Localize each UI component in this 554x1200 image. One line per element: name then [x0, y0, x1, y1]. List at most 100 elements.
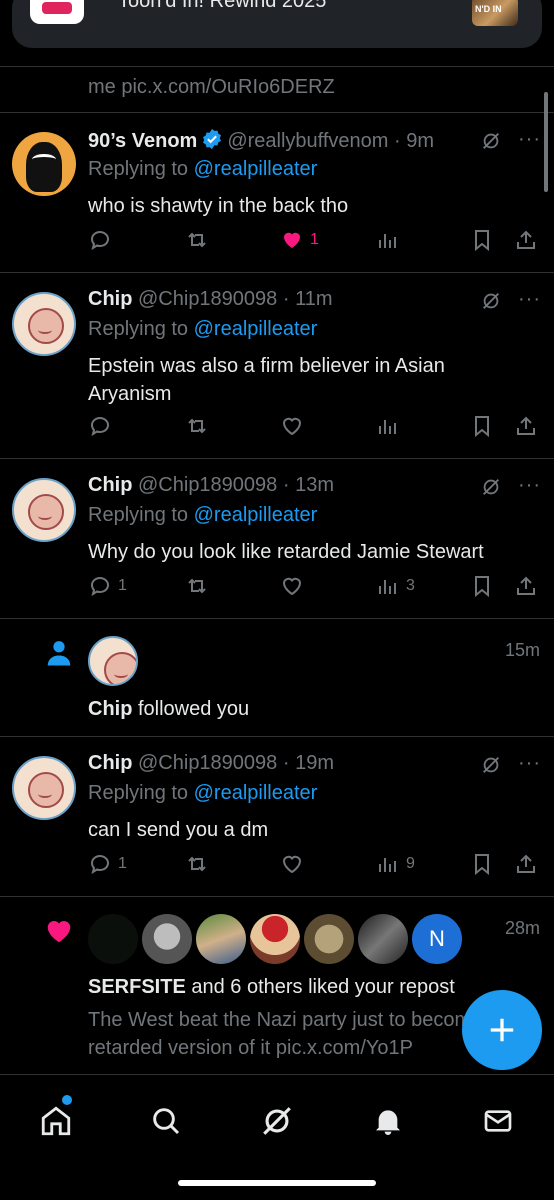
replying-to: Replying to @realpilleater [88, 158, 317, 181]
nav-messages[interactable] [476, 1099, 520, 1143]
author-name[interactable]: Chip [88, 288, 132, 310]
grok-icon [263, 1107, 291, 1135]
notification-message: and 6 others liked your repost [185, 976, 455, 998]
avatar[interactable] [12, 132, 76, 196]
plus-icon [490, 1018, 514, 1042]
more-options-icon[interactable]: ··· [518, 288, 541, 311]
share-button[interactable] [514, 574, 538, 598]
scrollbar[interactable] [544, 92, 548, 192]
like-icon [282, 417, 302, 436]
repost-button[interactable] [185, 574, 215, 598]
banner-app-icon [30, 0, 84, 24]
bookmark-icon [475, 416, 489, 438]
share-icon [517, 230, 535, 249]
more-options-icon[interactable]: ··· [518, 474, 541, 497]
nav-notifications[interactable] [366, 1099, 410, 1143]
tweet-text: who is shawty in the back tho [88, 195, 349, 217]
heart-icon [47, 921, 71, 943]
divider [0, 736, 554, 737]
repost-button[interactable] [185, 414, 215, 438]
repost-icon [188, 232, 206, 248]
views-button[interactable] [376, 414, 406, 438]
author-handle[interactable]: @reallybuffvenom [227, 130, 388, 152]
author-name[interactable]: Chip [88, 752, 132, 774]
replying-to: Replying to @realpilleater [88, 318, 317, 341]
liker-avatar[interactable] [358, 914, 408, 964]
avatar[interactable] [12, 292, 76, 356]
share-button[interactable] [514, 228, 538, 252]
unread-dot [62, 1095, 72, 1105]
repost-icon [188, 856, 206, 872]
replying-to: Replying to @realpilleater [88, 504, 317, 527]
liker-avatar[interactable] [250, 914, 300, 964]
views-button[interactable]: 3 [376, 574, 415, 598]
bookmark-button[interactable] [470, 574, 494, 598]
notification-message: followed you [132, 698, 250, 720]
replying-to: Replying to @realpilleater [88, 782, 317, 805]
reply-count: 1 [118, 855, 127, 872]
grok-icon[interactable] [480, 130, 502, 152]
author-handle[interactable]: @Chip1890098 [138, 288, 277, 310]
reply-button[interactable]: 1 [88, 574, 127, 598]
liker-avatar[interactable]: N [412, 914, 462, 964]
like-button[interactable] [280, 574, 310, 598]
reply-count: 1 [118, 577, 127, 594]
liker-name[interactable]: SERFSITE [88, 976, 186, 998]
views-button[interactable]: 9 [376, 852, 415, 876]
bookmark-button[interactable] [470, 414, 494, 438]
like-button[interactable]: 1 [280, 228, 319, 252]
liker-avatar[interactable] [304, 914, 354, 964]
tweet-time: 19m [295, 752, 334, 774]
bookmark-button[interactable] [470, 228, 494, 252]
liker-avatar[interactable] [142, 914, 192, 964]
nav-search[interactable] [144, 1099, 188, 1143]
nav-grok[interactable] [255, 1099, 299, 1143]
repost-icon [188, 418, 206, 434]
previous-tweet-tail: me pic.x.com/OuRIo6DERZ [88, 76, 335, 98]
compose-button[interactable] [462, 990, 542, 1070]
share-button[interactable] [514, 414, 538, 438]
share-button[interactable] [514, 852, 538, 876]
author-handle[interactable]: @Chip1890098 [138, 752, 277, 774]
repost-button[interactable] [185, 228, 215, 252]
author-name[interactable]: 90’s Venom [88, 130, 197, 152]
views-button[interactable] [376, 228, 406, 252]
more-options-icon[interactable]: ··· [518, 128, 541, 151]
tweet-text: Why do you look like retarded Jamie Stew… [88, 541, 484, 563]
avatar[interactable] [12, 756, 76, 820]
views-icon [379, 580, 396, 594]
liker-avatar[interactable] [88, 914, 138, 964]
follower-avatar[interactable] [88, 636, 138, 686]
reply-mention[interactable]: @realpilleater [194, 318, 318, 340]
like-button[interactable] [280, 414, 310, 438]
notification-text: Chip followed you [88, 698, 249, 721]
like-button[interactable] [280, 852, 310, 876]
bookmark-button[interactable] [470, 852, 494, 876]
reply-mention[interactable]: @realpilleater [194, 504, 318, 526]
view-count: 9 [406, 855, 415, 872]
replying-to-label: Replying to [88, 158, 194, 180]
grok-icon[interactable] [480, 476, 502, 498]
more-options-icon[interactable]: ··· [518, 752, 541, 775]
home-indicator[interactable] [178, 1180, 376, 1186]
home-icon [41, 1106, 71, 1136]
bookmark-icon [475, 854, 489, 876]
promo-banner[interactable]: Toon'd In! Rewind 2025 N'D IN [12, 0, 542, 48]
reply-button[interactable] [88, 414, 118, 438]
repost-button[interactable] [185, 852, 215, 876]
follower-name[interactable]: Chip [88, 698, 132, 720]
author-name[interactable]: Chip [88, 474, 132, 496]
grok-icon[interactable] [480, 290, 502, 312]
views-icon [379, 420, 396, 434]
author-handle[interactable]: @Chip1890098 [138, 474, 277, 496]
reply-mention[interactable]: @realpilleater [194, 782, 318, 804]
reply-button[interactable]: 1 [88, 852, 127, 876]
reply-icon [91, 855, 109, 875]
grok-icon[interactable] [480, 754, 502, 776]
nav-home[interactable] [34, 1099, 78, 1143]
reply-button[interactable] [88, 228, 118, 252]
reply-mention[interactable]: @realpilleater [194, 158, 318, 180]
liker-avatar[interactable] [196, 914, 246, 964]
view-count: 3 [406, 577, 415, 594]
avatar[interactable] [12, 478, 76, 542]
